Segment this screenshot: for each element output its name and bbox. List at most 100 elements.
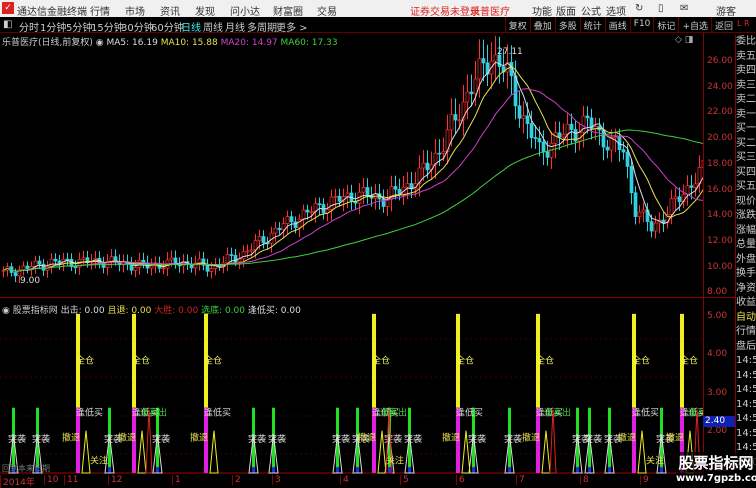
- candle: [333, 195, 338, 198]
- candle: [425, 162, 430, 171]
- indicator-name[interactable]: 股票指标网: [13, 306, 58, 316]
- candle: [637, 211, 642, 217]
- chart-option-icons[interactable]: ◇ ◨: [675, 35, 693, 45]
- candle: [285, 216, 290, 224]
- settings-icon[interactable]: ◉: [2, 306, 10, 316]
- signal-bar-blue: [508, 467, 511, 473]
- candle: [689, 185, 694, 188]
- quote-label: 14:5: [736, 384, 756, 395]
- candle: [329, 196, 334, 210]
- month-label: 12: [108, 475, 122, 485]
- main-chart-header: 乐普医疗(日线,前复权) ◉ MA5: 16.19 MA10: 15.88 MA…: [2, 35, 338, 48]
- chart-title: 乐普医疗(日线,前复权): [2, 38, 93, 48]
- month-label: 5: [400, 475, 409, 485]
- user-label[interactable]: 游客: [716, 3, 736, 18]
- candle: [541, 141, 546, 153]
- candle: [133, 266, 138, 271]
- candle: [625, 151, 630, 167]
- high-price-label: 27.11: [497, 47, 523, 57]
- quote-label: 买四: [736, 166, 756, 178]
- candle: [305, 209, 310, 213]
- lr-toggle[interactable]: L R: [737, 19, 750, 28]
- candle: [393, 186, 398, 190]
- pane-divider: [0, 297, 735, 298]
- signal-spike-yellow: [541, 430, 551, 474]
- signal-bar-blue: [608, 467, 611, 473]
- candle: [569, 123, 574, 130]
- quote-label: 盘后: [736, 340, 756, 352]
- ma10-value: MA10: 15.88: [160, 38, 218, 48]
- candle: [13, 272, 18, 277]
- signal-text-high: 逢高出: [544, 406, 571, 418]
- signal-text-retreat: 撤退: [522, 431, 540, 443]
- candle: [361, 187, 366, 193]
- signal-bar-blue: [472, 467, 475, 473]
- quote-label: 买二: [736, 137, 756, 149]
- signal-bar-blue: [660, 467, 663, 473]
- signal-bar-blue: [336, 467, 339, 473]
- candle: [261, 236, 266, 244]
- signal-text-dip: 逢低买: [456, 406, 483, 418]
- signal-text-retreat: 撤退: [118, 431, 136, 443]
- candle: [553, 132, 558, 144]
- month-label: 1: [172, 475, 181, 485]
- return-date-note[interactable]: 回到本来日期: [2, 463, 50, 474]
- candle: [537, 138, 542, 143]
- quote-label: 卖三: [736, 79, 756, 91]
- candle: [397, 188, 402, 195]
- quote-label: 自动: [736, 311, 756, 323]
- candle: [577, 131, 582, 142]
- quote-label: 涨跌: [736, 210, 756, 221]
- candle: [605, 146, 610, 151]
- price-tick: 22.00: [707, 107, 733, 118]
- signal-text-full: 全仓: [372, 355, 390, 367]
- quote-label: 外盘: [736, 253, 756, 265]
- signal-bar-blue: [408, 467, 411, 473]
- candle: [641, 209, 646, 213]
- price-tick: 16.00: [707, 184, 733, 195]
- signal-text-dip: 逢低买: [76, 406, 103, 418]
- signal-text-retreat: 撤退: [62, 431, 80, 443]
- candle: [437, 152, 442, 155]
- candle: [53, 258, 58, 262]
- candle: [565, 123, 570, 135]
- candle: [613, 136, 618, 139]
- candle: [481, 58, 486, 64]
- tool-fanhui[interactable]: 返回: [710, 17, 736, 33]
- indicator-tick: 3.00: [707, 387, 728, 398]
- candle: [73, 266, 78, 269]
- month-label: 6: [456, 475, 465, 485]
- settings-icon[interactable]: ◉: [96, 38, 104, 48]
- watermark: 股票指标网 www.7gpzb.com: [676, 452, 756, 487]
- quote-label: 收益: [736, 297, 756, 308]
- indicator-header: ◉ 股票指标网 出击: 0.00 且退: 0.00 大胜: 0.00 选底: 0…: [2, 303, 301, 316]
- candle: [661, 219, 666, 224]
- signal-text-full: 全仓: [76, 355, 94, 367]
- signal-text-full: 全仓: [204, 355, 222, 367]
- candle: [529, 123, 534, 138]
- signal-text-dip: 逢低买: [632, 406, 659, 418]
- quote-label: 14:5: [736, 427, 756, 439]
- price-tick: 8.00: [707, 287, 728, 298]
- ind-dasheng: 大胜: 0.00: [154, 306, 199, 316]
- candle: [473, 78, 478, 95]
- ma10-line: [3, 66, 703, 272]
- quote-label: 14:5: [736, 413, 756, 424]
- watermark-url: www.7gpzb.com: [676, 473, 756, 484]
- candle: [253, 240, 258, 251]
- quote-label: 14:5: [736, 398, 756, 410]
- low-price-label: 9.00: [20, 276, 40, 286]
- candle: [273, 227, 278, 234]
- candle: [693, 183, 698, 188]
- signal-spike-yellow: [137, 430, 147, 474]
- price-tick: 12.00: [707, 235, 733, 246]
- quote-label: 委比: [736, 36, 756, 47]
- candle: [561, 133, 566, 138]
- candle: [281, 223, 286, 231]
- signal-text-high: 逢高出: [688, 406, 703, 418]
- signal-text-watch: 关注: [90, 454, 108, 466]
- month-label: 8: [580, 475, 589, 485]
- signal-text-hot: 突袭: [248, 433, 266, 445]
- candle: [365, 187, 370, 197]
- ma5-value: MA5: 16.19: [106, 38, 158, 48]
